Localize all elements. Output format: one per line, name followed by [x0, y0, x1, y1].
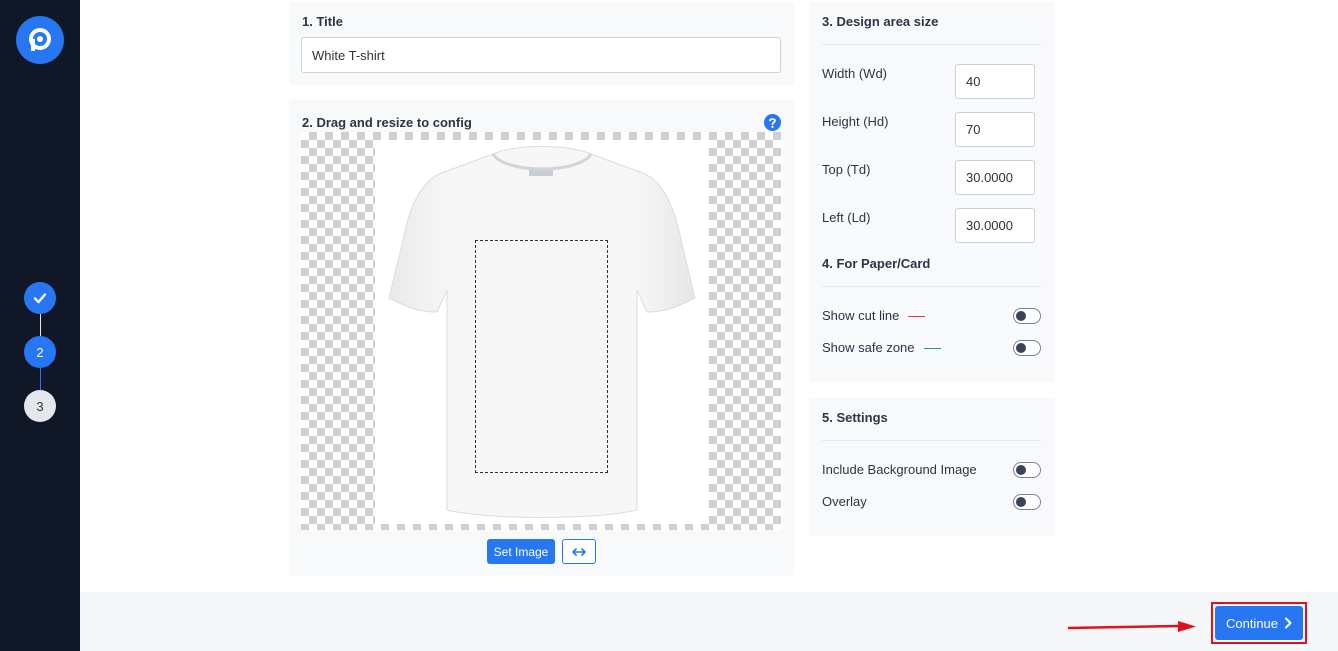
cut-line-label: Show cut line	[822, 308, 900, 323]
top-input[interactable]	[955, 160, 1035, 195]
design-area-box[interactable]	[475, 240, 608, 473]
title-heading: 1. Title	[302, 14, 343, 29]
height-label: Height (Hd)	[822, 114, 889, 129]
pointer-arrow-icon	[1068, 621, 1196, 632]
step-number: 2	[36, 344, 44, 360]
app-logo[interactable]	[16, 16, 64, 64]
design-canvas[interactable]	[301, 132, 781, 530]
step-3-pending[interactable]: 3	[24, 390, 56, 422]
toggle-knob	[1016, 497, 1026, 507]
check-icon	[33, 293, 47, 304]
step-number: 3	[36, 398, 44, 414]
width-label: Width (Wd)	[822, 66, 887, 81]
toggle-knob	[1016, 465, 1026, 475]
step-connector	[40, 314, 41, 336]
title-input[interactable]	[301, 37, 781, 73]
left-input[interactable]	[955, 208, 1035, 243]
continue-label: Continue	[1225, 615, 1279, 631]
top-label: Top (Td)	[822, 162, 871, 177]
overlay-label: Overlay	[822, 494, 867, 509]
help-icon[interactable]	[764, 114, 781, 131]
step-2-current[interactable]: 2	[24, 336, 56, 368]
chevron-right-icon	[1285, 617, 1292, 629]
left-label: Left (Ld)	[822, 210, 871, 225]
swap-horizontal-icon	[572, 547, 586, 556]
continue-button[interactable]: Continue	[1215, 606, 1303, 640]
width-input[interactable]	[955, 64, 1035, 99]
divider	[822, 286, 1041, 287]
overlay-toggle[interactable]	[1013, 494, 1041, 510]
cut-line-swatch	[908, 316, 925, 317]
app-logo-icon	[29, 28, 51, 51]
toggle-knob	[1016, 343, 1026, 353]
drag-config-heading: 2. Drag and resize to config	[302, 115, 472, 130]
settings-heading: 5. Settings	[822, 410, 888, 425]
cut-line-toggle[interactable]	[1013, 308, 1041, 324]
product-image	[375, 140, 709, 524]
include-bg-label: Include Background Image	[822, 462, 977, 477]
flip-button[interactable]	[562, 539, 596, 564]
safe-zone-toggle[interactable]	[1013, 340, 1041, 356]
divider	[822, 440, 1041, 441]
include-bg-toggle[interactable]	[1013, 462, 1041, 478]
step-1-completed[interactable]	[24, 282, 56, 314]
help-glyph	[769, 118, 776, 128]
step-connector	[40, 368, 41, 390]
safe-zone-label: Show safe zone	[822, 340, 915, 355]
safe-zone-swatch	[924, 348, 941, 349]
design-area-heading: 3. Design area size	[822, 14, 939, 29]
height-input[interactable]	[955, 112, 1035, 147]
paper-card-heading: 4. For Paper/Card	[822, 256, 931, 271]
set-image-button[interactable]: Set Image	[487, 539, 555, 564]
toggle-knob	[1016, 311, 1026, 321]
sidebar: 2 3	[0, 0, 80, 651]
divider	[822, 44, 1041, 45]
